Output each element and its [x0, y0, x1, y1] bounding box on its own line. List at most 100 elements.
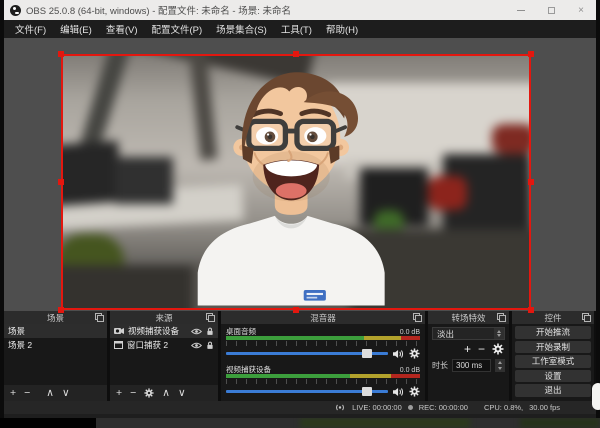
spin-up-icon [497, 330, 501, 333]
scenes-toolbar: + − ∧ ∨ [4, 385, 107, 401]
duration-row: 时长 300 ms [428, 355, 509, 372]
lock-icon[interactable] [206, 327, 214, 336]
minimize-icon [517, 10, 525, 11]
resize-handle-mid-left[interactable] [58, 179, 64, 185]
memoji-avatar [190, 60, 402, 310]
popout-dock-icon[interactable] [582, 313, 591, 322]
popout-dock-icon[interactable] [413, 313, 422, 322]
volume-slider[interactable] [226, 390, 388, 393]
lock-icon[interactable] [206, 341, 214, 350]
start-recording-button[interactable]: 开始录制 [515, 341, 591, 354]
preview-canvas[interactable] [4, 38, 596, 311]
mixer-channel-video-capture: 视频捕获设备 0.0 dB [221, 362, 425, 397]
resize-handle-top-left[interactable] [58, 51, 64, 57]
transition-select[interactable]: 淡出 [432, 327, 505, 340]
dock-row: 场景 场景 场景 2 + − ∧ ∨ 来源 视频 [4, 311, 596, 401]
meter-scale [226, 341, 420, 346]
add-transition-button[interactable]: + [464, 343, 471, 355]
remove-scene-button[interactable]: − [24, 388, 30, 399]
scene-label: 场景 2 [8, 339, 32, 351]
speaker-icon[interactable] [393, 387, 404, 397]
menu-view[interactable]: 查看(V) [99, 22, 145, 36]
maximize-button[interactable] [536, 0, 566, 20]
close-button[interactable]: × [566, 0, 596, 20]
source-properties-gear-icon[interactable] [144, 388, 154, 398]
rec-status-dot [408, 405, 413, 410]
resize-handle-mid-right[interactable] [528, 179, 534, 185]
window-title: OBS 25.0.8 (64-bit, windows) - 配置文件: 未命名… [26, 3, 291, 17]
add-scene-button[interactable]: + [10, 388, 16, 399]
controls-dock-header: 控件 [512, 311, 594, 324]
window-controls: × [506, 0, 596, 20]
video-source-webcam[interactable] [61, 54, 531, 310]
mixer-gear-icon[interactable] [409, 348, 420, 359]
mixer-db-value: 0.0 dB [400, 367, 420, 374]
transitions-dock: 转场特效 淡出 + − 时长 300 ms [428, 311, 509, 401]
resize-handle-bottom-left[interactable] [58, 307, 64, 313]
scene-item-1[interactable]: 场景 [4, 324, 107, 338]
mixer-gear-icon[interactable] [409, 386, 420, 397]
mixer-dock-header: 混音器 [221, 311, 425, 324]
duration-input[interactable]: 300 ms [452, 359, 491, 372]
menu-edit[interactable]: 编辑(E) [53, 22, 99, 36]
obs-logo-icon [10, 5, 21, 16]
fps-value: 30.00 fps [529, 403, 560, 412]
source-item-video-capture[interactable]: 视频捕获设备 [110, 324, 218, 338]
settings-button[interactable]: 设置 [515, 370, 591, 383]
volume-slider-handle[interactable] [362, 387, 372, 396]
menu-profile[interactable]: 配置文件(P) [144, 22, 209, 36]
obs-window: OBS 25.0.8 (64-bit, windows) - 配置文件: 未命名… [4, 0, 596, 418]
background-white-object [592, 383, 600, 410]
scene-item-2[interactable]: 场景 2 [4, 338, 107, 352]
mixer-db-value: 0.0 dB [400, 329, 420, 336]
scene-up-button[interactable]: ∧ [46, 388, 54, 399]
broadcast-signal-icon [334, 403, 346, 412]
resize-handle-top-right[interactable] [528, 51, 534, 57]
menu-file[interactable]: 文件(F) [8, 22, 53, 36]
remove-transition-button[interactable]: − [478, 343, 485, 355]
meter-scale [226, 379, 420, 384]
resize-handle-top-center[interactable] [293, 51, 299, 57]
menu-scene-collection[interactable]: 场景集合(S) [209, 22, 274, 36]
start-streaming-button[interactable]: 开始推流 [515, 326, 591, 339]
volume-meter [226, 374, 420, 378]
maximize-icon [548, 7, 555, 14]
mixer-channel-desktop-audio: 桌面音频 0.0 dB [221, 324, 425, 359]
resize-handle-bottom-right[interactable] [528, 307, 534, 313]
volume-slider-handle[interactable] [362, 349, 372, 358]
source-item-window-capture[interactable]: 窗口捕获 2 [110, 338, 218, 352]
scenes-dock-header: 场景 [4, 311, 107, 324]
video-capture-icon [114, 327, 124, 335]
rec-status: REC: 00:00:00 [419, 403, 468, 412]
popout-dock-icon[interactable] [95, 313, 104, 322]
studio-mode-button[interactable]: 工作室模式 [515, 355, 591, 368]
transitions-title: 转场特效 [451, 312, 485, 324]
eye-visible-icon[interactable] [191, 342, 202, 349]
source-up-button[interactable]: ∧ [162, 388, 170, 399]
scenes-title: 场景 [47, 312, 64, 324]
transitions-body: 淡出 + − 时长 300 ms [428, 324, 509, 401]
minimize-button[interactable] [506, 0, 536, 20]
remove-source-button[interactable]: − [130, 388, 136, 399]
volume-slider[interactable] [226, 352, 388, 355]
combo-spinner[interactable] [494, 328, 504, 339]
add-source-button[interactable]: + [116, 388, 122, 399]
sources-title: 来源 [155, 312, 172, 324]
duration-spinner[interactable] [495, 359, 505, 372]
resize-handle-bottom-center[interactable] [293, 307, 299, 313]
source-label: 窗口捕获 2 [127, 339, 168, 351]
mixer-dock: 混音器 桌面音频 0.0 dB [221, 311, 425, 401]
popout-dock-icon[interactable] [497, 313, 506, 322]
transition-properties-gear-icon[interactable] [492, 343, 504, 355]
menu-help[interactable]: 帮助(H) [319, 22, 365, 36]
speaker-icon[interactable] [393, 349, 404, 359]
popout-dock-icon[interactable] [206, 313, 215, 322]
titlebar: OBS 25.0.8 (64-bit, windows) - 配置文件: 未命名… [4, 0, 596, 20]
source-down-button[interactable]: ∨ [178, 388, 186, 399]
scene-down-button[interactable]: ∨ [62, 388, 70, 399]
exit-button[interactable]: 退出 [515, 384, 591, 397]
menu-tools[interactable]: 工具(T) [274, 22, 319, 36]
eye-visible-icon[interactable] [191, 328, 202, 335]
menubar: 文件(F) 编辑(E) 查看(V) 配置文件(P) 场景集合(S) 工具(T) … [4, 20, 596, 38]
sources-dock: 来源 视频捕获设备 窗口捕获 2 [110, 311, 218, 401]
